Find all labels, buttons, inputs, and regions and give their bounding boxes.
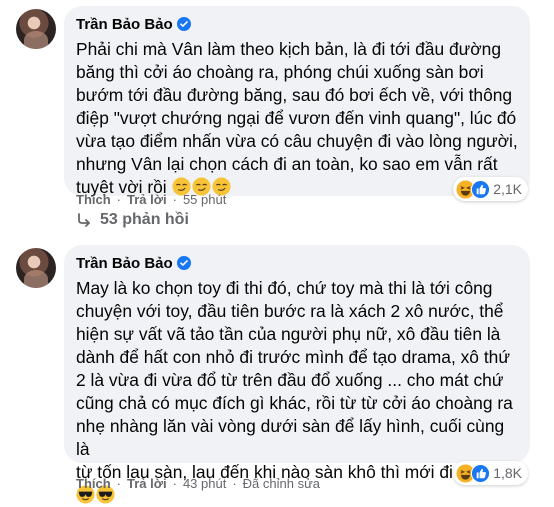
edited-label[interactable]: Đã chỉnh sửa [243, 476, 320, 491]
comment-text: May là ko chọn toy đi thi đó, chứ toy mà… [76, 277, 518, 507]
like-action[interactable]: Thích [76, 476, 111, 491]
reaction-summary[interactable]: 2,1K [453, 177, 528, 201]
reaction-count: 1,8K [493, 465, 522, 481]
like-reaction-icon [471, 179, 491, 199]
like-action[interactable]: Thích [76, 192, 111, 207]
reply-action[interactable]: Trả lời [127, 192, 167, 207]
verified-badge-icon [176, 17, 191, 31]
reply-arrow-icon [78, 213, 90, 227]
separator-dot: · [172, 192, 177, 207]
author-name[interactable]: Trần Bảo Bảo [76, 16, 173, 33]
comment-actions: Thích · Trả lời · 55 phút [76, 192, 226, 207]
timestamp[interactable]: 43 phút [183, 476, 226, 491]
avatar[interactable] [16, 248, 56, 288]
separator-dot: · [116, 476, 122, 491]
reaction-summary[interactable]: 1,8K [453, 461, 528, 485]
separator-dot: · [172, 476, 177, 491]
author-name[interactable]: Trần Bảo Bảo [76, 255, 173, 272]
separator-dot: · [232, 476, 237, 491]
comment-bubble: Trần Bảo Bảo Phải chi mà Vân làm theo kị… [64, 6, 530, 199]
view-replies-link[interactable]: 53 phản hồi [76, 211, 189, 229]
separator-dot: · [116, 192, 122, 207]
comment-bubble: Trần Bảo Bảo May là ko chọn toy đi thi đ… [64, 245, 530, 504]
comment-text: Phải chi mà Vân làm theo kịch bản, là đi… [76, 38, 518, 199]
avatar[interactable] [16, 9, 56, 49]
comment-body: Phải chi mà Vân làm theo kịch bản, là đi… [76, 39, 518, 197]
like-reaction-icon [471, 463, 491, 483]
verified-badge-icon [176, 256, 191, 270]
reply-action[interactable]: Trả lời [127, 476, 167, 491]
comment-body: May là ko chọn toy đi thi đó, chứ toy mà… [76, 278, 513, 482]
timestamp[interactable]: 55 phút [183, 192, 226, 207]
comment-actions: Thích · Trả lời · 43 phút · Đã chỉnh sửa [76, 476, 320, 491]
replies-count-label: 53 phản hồi [100, 211, 189, 228]
reaction-count: 2,1K [493, 181, 522, 197]
